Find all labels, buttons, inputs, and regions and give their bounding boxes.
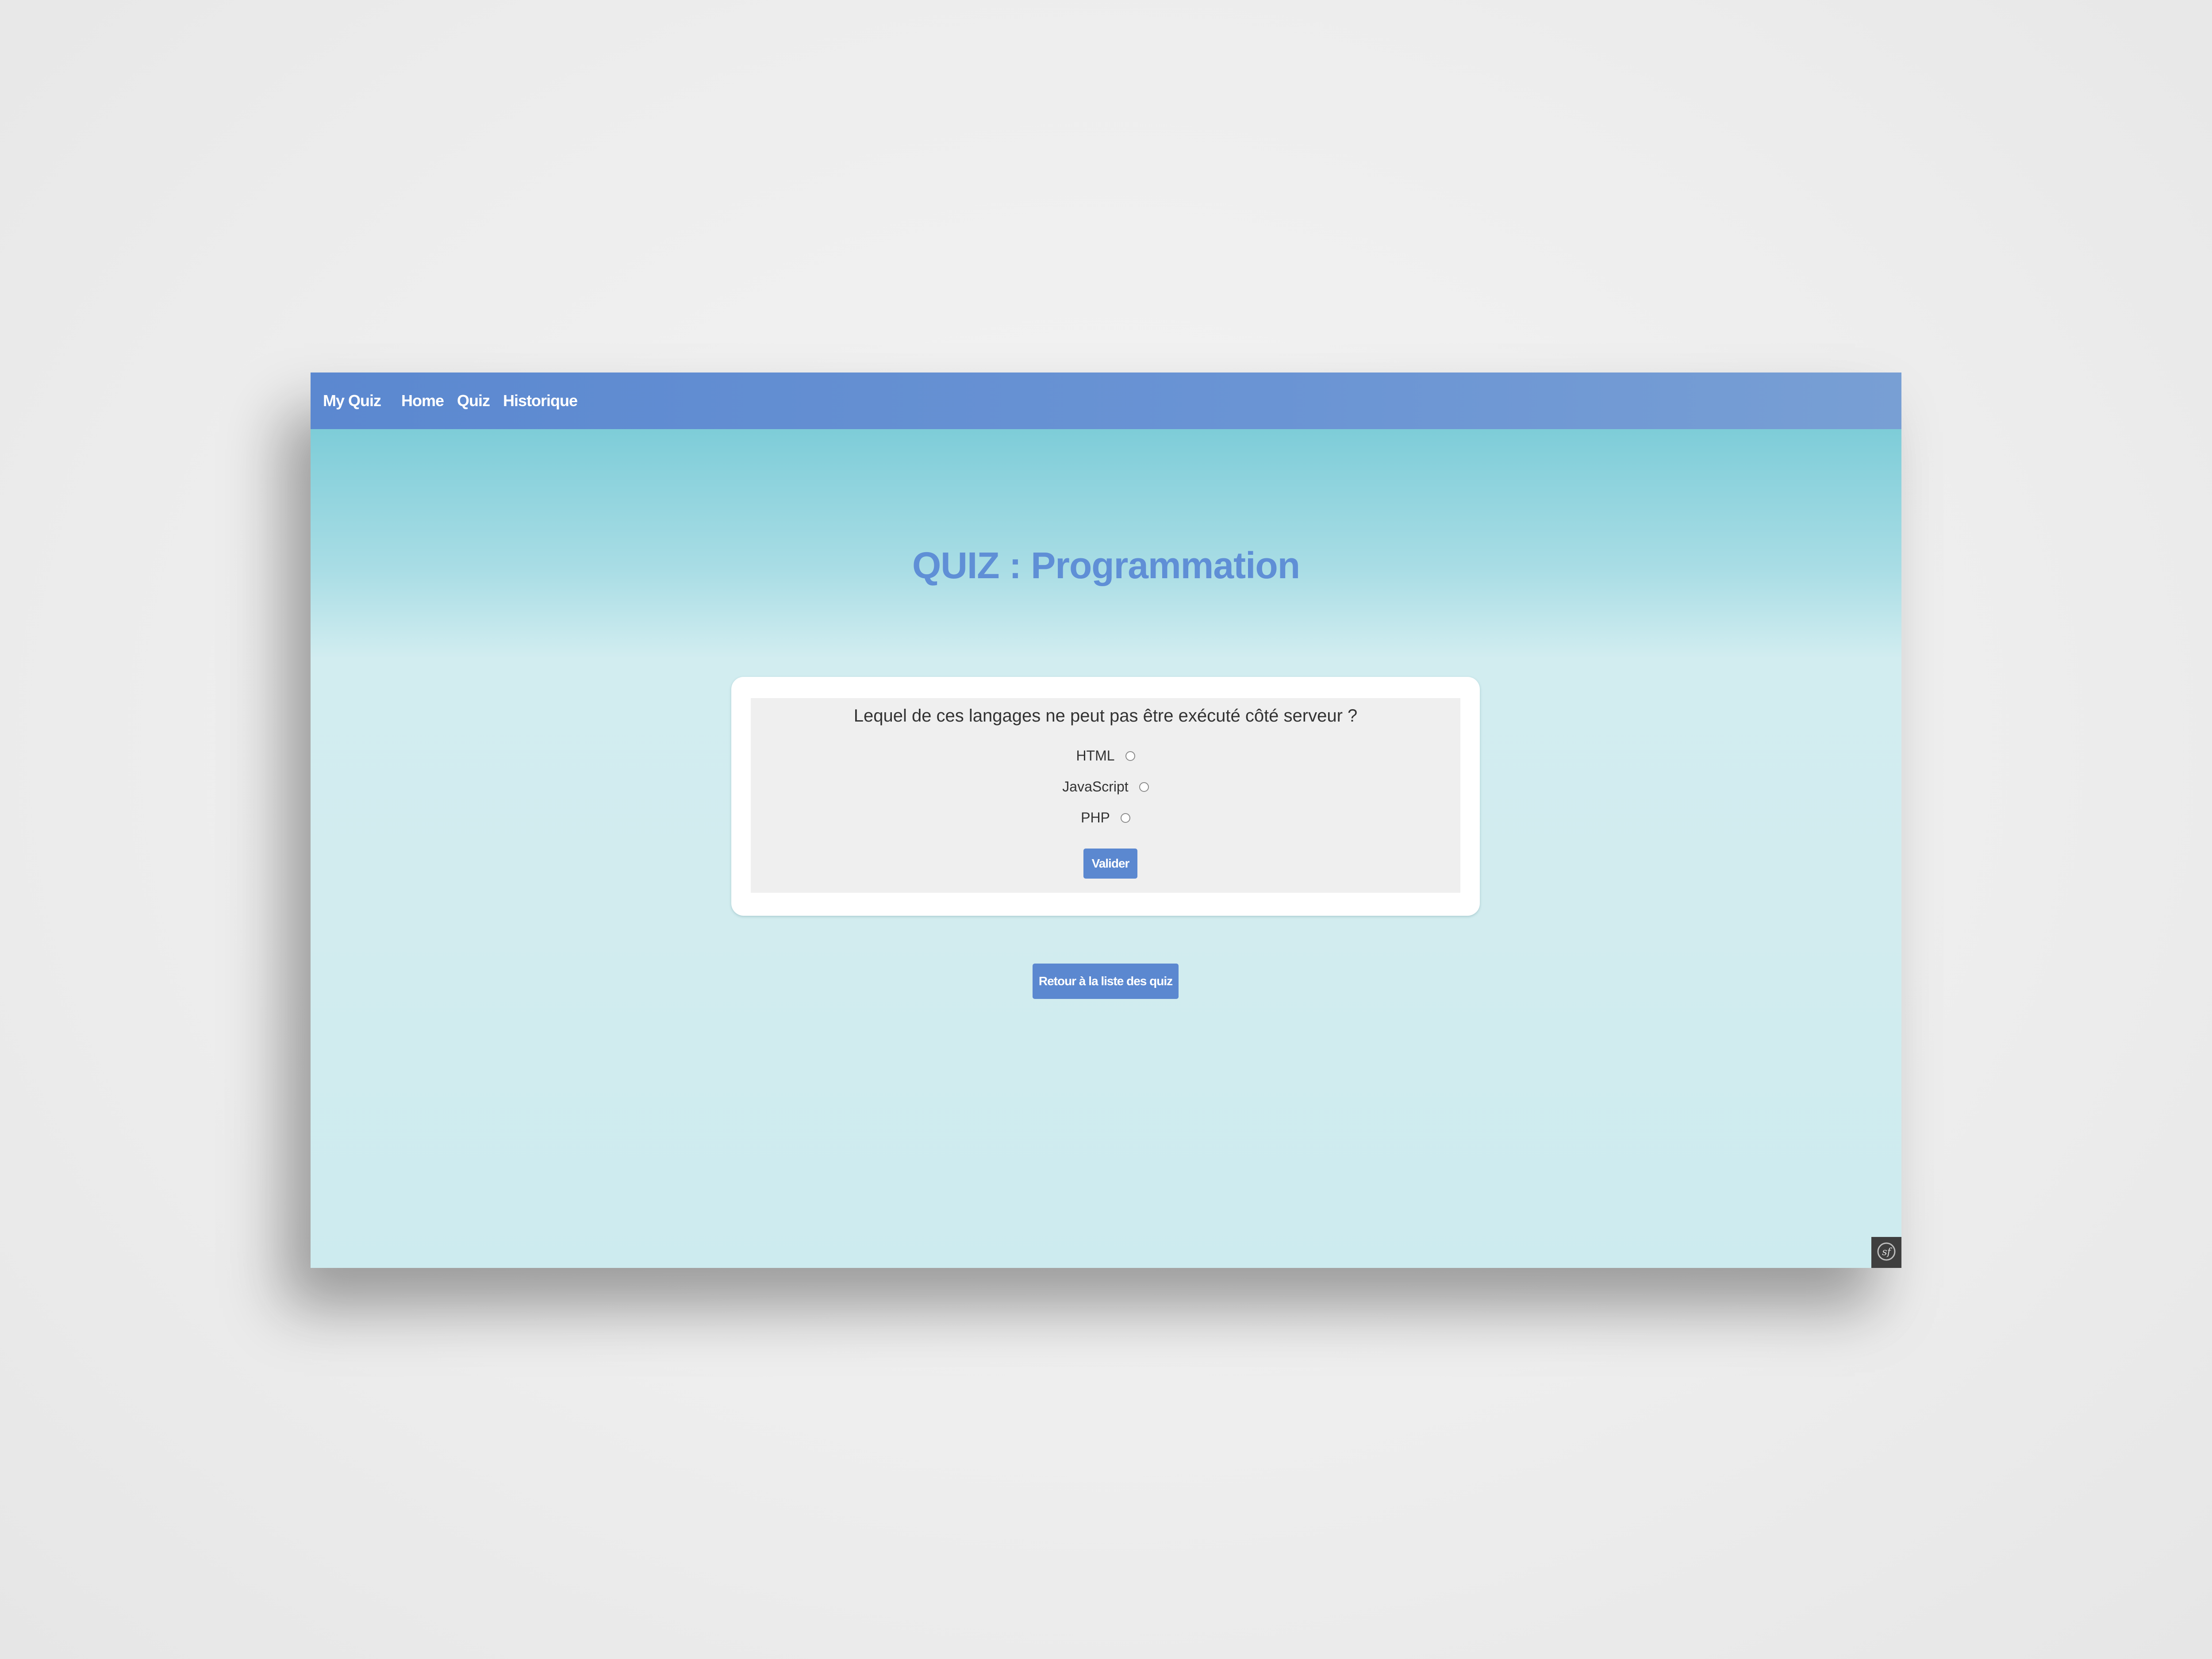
question-form: Lequel de ces langages ne peut pas être … xyxy=(751,698,1460,893)
page-title: QUIZ : Programmation xyxy=(912,545,1300,586)
option-html[interactable]: HTML xyxy=(751,748,1460,764)
validate-button[interactable]: Valider xyxy=(1083,849,1137,879)
symfony-icon: sf xyxy=(1877,1242,1896,1263)
option-label: JavaScript xyxy=(1062,779,1129,795)
question-text: Lequel de ces langages ne peut pas être … xyxy=(853,706,1358,726)
nav-link-historique[interactable]: Historique xyxy=(503,392,578,410)
radio-button[interactable] xyxy=(1120,813,1130,823)
radio-button[interactable] xyxy=(1125,751,1135,761)
question-card: Lequel de ces langages ne peut pas être … xyxy=(731,677,1480,916)
svg-text:sf: sf xyxy=(1882,1247,1892,1258)
option-javascript[interactable]: JavaScript xyxy=(751,779,1460,795)
nav-link-home[interactable]: Home xyxy=(401,392,444,410)
symfony-toolbar-toggle[interactable]: sf xyxy=(1871,1237,1901,1268)
brand-link[interactable]: My Quiz xyxy=(323,392,381,410)
browser-viewport: My Quiz Home Quiz Historique QUIZ : Prog… xyxy=(311,373,1901,1268)
option-label: PHP xyxy=(1081,810,1110,826)
radio-button[interactable] xyxy=(1139,782,1149,792)
back-to-quiz-list-button[interactable]: Retour à la liste des quiz xyxy=(1033,964,1179,999)
option-php[interactable]: PHP xyxy=(751,810,1460,826)
option-label: HTML xyxy=(1076,748,1115,764)
nav-link-quiz[interactable]: Quiz xyxy=(457,392,490,410)
navbar: My Quiz Home Quiz Historique xyxy=(311,373,1901,429)
